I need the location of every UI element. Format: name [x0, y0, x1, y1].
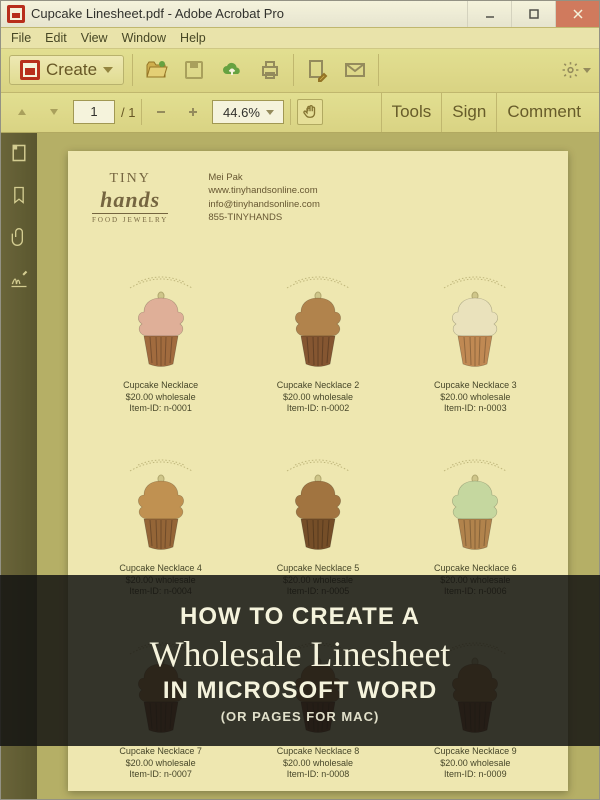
edit-pdf-icon[interactable]: [302, 55, 332, 85]
product-price: $20.00 wholesale: [434, 392, 517, 404]
overlay-line-1: HOW TO CREATE A: [10, 603, 590, 631]
titlebar: Cupcake Linesheet.pdf - Adobe Acrobat Pr…: [1, 1, 599, 28]
product-sku: Item-ID: n-0001: [123, 403, 198, 415]
comment-panel-button[interactable]: Comment: [496, 93, 591, 132]
chevron-down-icon: [103, 67, 113, 73]
create-button[interactable]: Create: [9, 55, 124, 85]
attachment-icon[interactable]: [9, 227, 29, 247]
mail-icon[interactable]: [340, 55, 370, 85]
product-price: $20.00 wholesale: [434, 758, 517, 770]
toolbar-nav: 1 / 1 44.6% Tools Sign Comment: [1, 93, 599, 133]
brand-logo: TINY hands FOOD JEWELRY: [92, 171, 168, 224]
product-name: Cupcake Necklace 9: [434, 746, 517, 758]
signature-icon[interactable]: [9, 269, 29, 289]
product-name: Cupcake Necklace 2: [277, 380, 360, 392]
overlay-line-4: (OR PAGES FOR MAC): [10, 709, 590, 724]
menu-file[interactable]: File: [5, 29, 37, 47]
print-icon[interactable]: [255, 55, 285, 85]
settings-icon[interactable]: [561, 55, 591, 85]
product-name: Cupcake Necklace 8: [277, 746, 360, 758]
page-down-icon[interactable]: [41, 99, 67, 125]
page-number-input[interactable]: 1: [73, 100, 115, 124]
maximize-button[interactable]: [511, 1, 555, 27]
toolbar-main: Create: [1, 49, 599, 93]
product-name: Cupcake Necklace 4: [119, 563, 202, 575]
menu-help[interactable]: Help: [174, 29, 212, 47]
hand-tool-icon[interactable]: [297, 99, 323, 125]
save-icon[interactable]: [179, 55, 209, 85]
acrobat-logo-icon: [20, 60, 40, 80]
bookmark-icon[interactable]: [9, 185, 29, 205]
menu-edit[interactable]: Edit: [39, 29, 73, 47]
zoom-input[interactable]: 44.6%: [212, 100, 284, 124]
create-label: Create: [46, 60, 97, 80]
tools-panel-button[interactable]: Tools: [381, 93, 442, 132]
cloud-upload-icon[interactable]: [217, 55, 247, 85]
product-name: Cupcake Necklace 7: [119, 746, 202, 758]
thumbnails-icon[interactable]: [9, 143, 29, 163]
menubar: File Edit View Window Help: [1, 28, 599, 49]
product-name: Cupcake Necklace 6: [434, 563, 517, 575]
product-price: $20.00 wholesale: [119, 758, 202, 770]
product-sku: Item-ID: n-0009: [434, 769, 517, 781]
close-button[interactable]: [555, 1, 599, 27]
product-item: Cupcake Necklace 6$20.00 wholesaleItem-I…: [407, 421, 544, 598]
product-item: Cupcake Necklace 2$20.00 wholesaleItem-I…: [249, 238, 386, 415]
contact-info: Mei Pak www.tinyhandsonline.com info@tin…: [208, 171, 320, 224]
product-name: Cupcake Necklace: [123, 380, 198, 392]
open-folder-icon[interactable]: [141, 55, 171, 85]
product-price: $20.00 wholesale: [277, 758, 360, 770]
window-title: Cupcake Linesheet.pdf - Adobe Acrobat Pr…: [31, 6, 467, 21]
product-sku: Item-ID: n-0003: [434, 403, 517, 415]
product-item: Cupcake Necklace 4$20.00 wholesaleItem-I…: [92, 421, 229, 598]
overlay-caption: HOW TO CREATE A Wholesale Linesheet IN M…: [0, 575, 600, 746]
menu-view[interactable]: View: [75, 29, 114, 47]
zoom-out-icon[interactable]: [148, 99, 174, 125]
product-sku: Item-ID: n-0008: [277, 769, 360, 781]
page-count-label: / 1: [121, 105, 135, 120]
product-sku: Item-ID: n-0002: [277, 403, 360, 415]
product-price: $20.00 wholesale: [123, 392, 198, 404]
product-price: $20.00 wholesale: [277, 392, 360, 404]
product-name: Cupcake Necklace 3: [434, 380, 517, 392]
product-item: Cupcake Necklace 5$20.00 wholesaleItem-I…: [249, 421, 386, 598]
product-name: Cupcake Necklace 5: [277, 563, 360, 575]
zoom-in-icon[interactable]: [180, 99, 206, 125]
product-sku: Item-ID: n-0007: [119, 769, 202, 781]
page-up-icon[interactable]: [9, 99, 35, 125]
menu-window[interactable]: Window: [116, 29, 172, 47]
minimize-button[interactable]: [467, 1, 511, 27]
acrobat-icon: [7, 5, 25, 23]
overlay-line-2: Wholesale Linesheet: [10, 633, 590, 675]
overlay-line-3: IN MICROSOFT WORD: [10, 677, 590, 705]
product-item: Cupcake Necklace 3$20.00 wholesaleItem-I…: [407, 238, 544, 415]
product-item: Cupcake Necklace$20.00 wholesaleItem-ID:…: [92, 238, 229, 415]
sign-panel-button[interactable]: Sign: [441, 93, 496, 132]
